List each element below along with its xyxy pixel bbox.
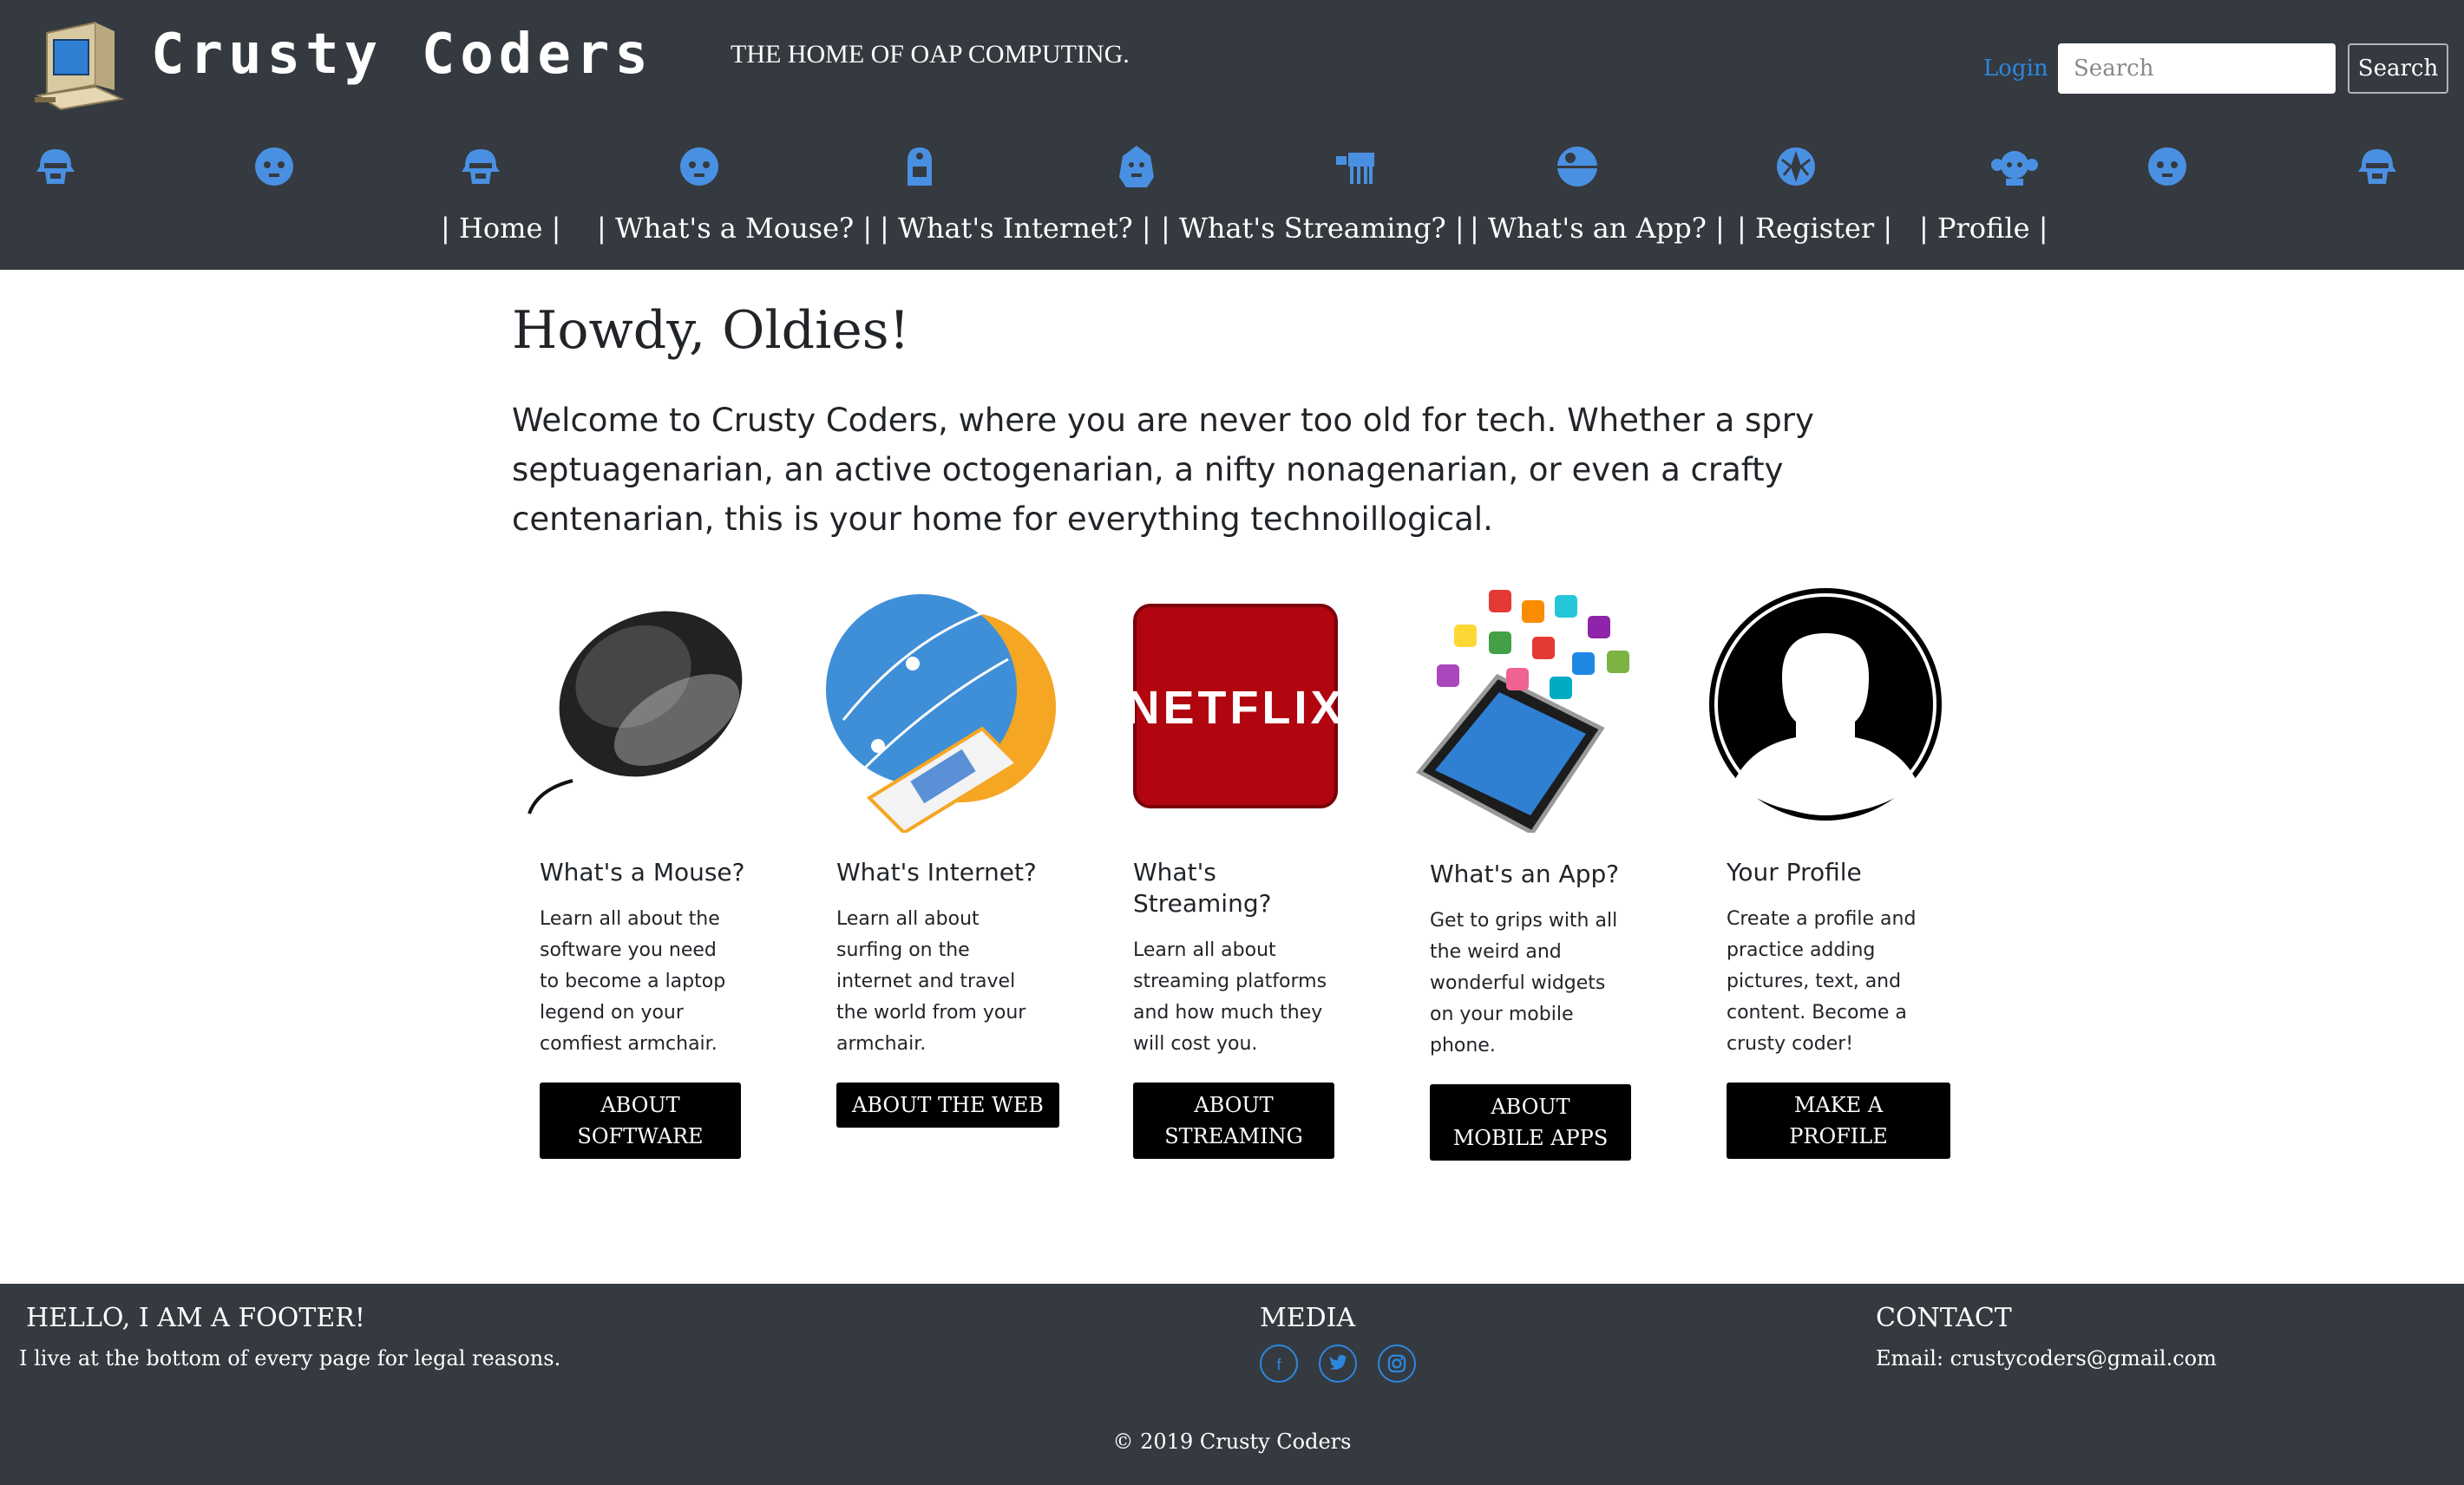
nav-whats-streaming[interactable]: | What's Streaming? | bbox=[1161, 212, 1465, 245]
welcome-text: Welcome to Crusty Coders, where you are … bbox=[512, 402, 1814, 538]
computer-mouse-image bbox=[528, 611, 743, 814]
card-text: Learn all about streaming platforms and … bbox=[1133, 939, 1327, 1055]
rebel-alliance-icon bbox=[1777, 147, 1815, 186]
r2d2-icon bbox=[908, 147, 932, 186]
c3po-icon bbox=[680, 147, 718, 186]
c3po-icon bbox=[255, 147, 293, 186]
death-star-icon bbox=[1557, 147, 1597, 186]
nav-register[interactable]: | Register | bbox=[1737, 212, 1892, 245]
card-text: Learn all about surfing on the internet … bbox=[836, 908, 1026, 1055]
nav-whats-internet[interactable]: | What's Internet? | bbox=[880, 212, 1151, 245]
smartphone-apps-image bbox=[1416, 590, 1629, 833]
footer-contact-heading: Contact bbox=[1876, 1303, 2012, 1333]
about-software-button[interactable]: About Software bbox=[540, 1083, 741, 1159]
chewbacca-icon bbox=[1119, 146, 1154, 187]
svg-text:f: f bbox=[1276, 1356, 1281, 1373]
card-text: Get to grips with all the weird and wond… bbox=[1430, 910, 1618, 1057]
footer-about-text: I live at the bottom of every page for l… bbox=[19, 1346, 561, 1371]
about-streaming-button[interactable]: About Streaming bbox=[1133, 1083, 1334, 1159]
netflix-logo-text: NETFLIX bbox=[1126, 682, 1346, 734]
at-at-icon bbox=[1336, 153, 1374, 184]
nav-whats-a-mouse[interactable]: | What's a Mouse? | bbox=[597, 212, 872, 245]
facebook-icon[interactable]: f bbox=[1260, 1344, 1298, 1383]
card-title: What's an App? bbox=[1430, 860, 1620, 888]
tagline: THE HOME OF OAP COMPUTING. bbox=[731, 40, 1130, 69]
leia-icon bbox=[1991, 151, 2038, 186]
instagram-icon[interactable] bbox=[1378, 1344, 1416, 1383]
card-title: What's Internet? bbox=[836, 858, 1037, 886]
brand-name[interactable]: Crusty Coders bbox=[151, 23, 653, 87]
page-title: Howdy, Oldies! bbox=[512, 300, 910, 361]
card-title: What's Streaming? bbox=[1133, 858, 1272, 918]
twitter-icon[interactable] bbox=[1319, 1344, 1357, 1383]
site-header: Crusty Coders THE HOME OF OAP COMPUTING.… bbox=[0, 0, 2464, 270]
footer-media-heading: Media bbox=[1260, 1303, 1356, 1333]
card-text: Create a profile and practice adding pic… bbox=[1727, 908, 1917, 1055]
retro-computer-logo-icon[interactable] bbox=[35, 16, 132, 113]
stormtrooper-icon bbox=[462, 149, 500, 184]
nav-profile[interactable]: | Profile | bbox=[1919, 212, 2048, 245]
c3po-icon bbox=[2148, 147, 2186, 186]
about-the-web-button[interactable]: About the Web bbox=[836, 1083, 1059, 1128]
search-button[interactable]: Search bbox=[2348, 43, 2448, 94]
footer-about-heading: Hello, I am a footer! bbox=[26, 1303, 365, 1333]
login-link[interactable]: Login bbox=[1983, 56, 2048, 82]
make-a-profile-button[interactable]: Make a Profile bbox=[1727, 1083, 1950, 1159]
stormtrooper-icon bbox=[2358, 149, 2396, 184]
card-title: Your Profile bbox=[1727, 858, 1862, 886]
copyright: © 2019 Crusty Coders bbox=[1112, 1429, 1352, 1454]
netflix-logo-image: NETFLIX bbox=[1126, 604, 1346, 808]
search-input[interactable] bbox=[2058, 43, 2336, 94]
stormtrooper-icon bbox=[36, 149, 75, 184]
profile-silhouette-image bbox=[1709, 588, 1942, 821]
about-mobile-apps-button[interactable]: About Mobile Apps bbox=[1430, 1084, 1631, 1161]
card-title: What's a Mouse? bbox=[540, 858, 745, 886]
card-text: Learn all about the software you need to… bbox=[540, 908, 726, 1055]
nav-home[interactable]: | Home | bbox=[441, 212, 560, 245]
internet-globe-cable-image bbox=[826, 594, 1056, 833]
nav-whats-an-app[interactable]: | What's an App? | bbox=[1470, 212, 1725, 245]
footer-contact-email[interactable]: Email: crustycoders@gmail.com bbox=[1876, 1346, 2217, 1371]
site-footer: Hello, I am a footer! I live at the bott… bbox=[0, 1284, 2464, 1485]
